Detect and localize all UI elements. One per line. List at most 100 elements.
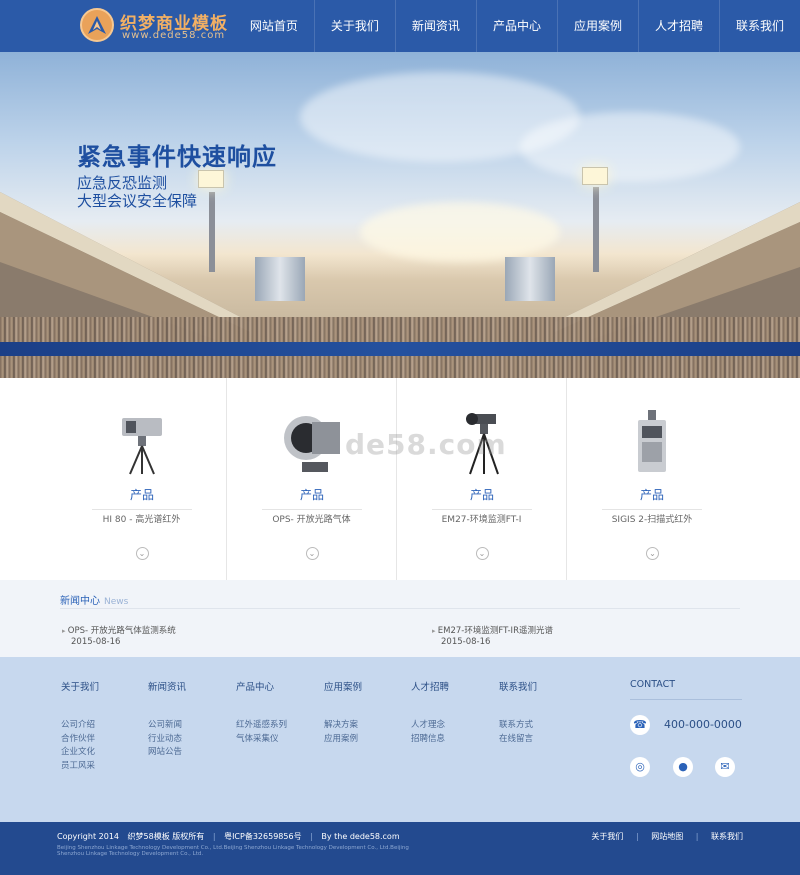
- footer-column-products: 产品中心 红外遥感系列 气体采集仪: [236, 679, 287, 746]
- chevron-down-icon[interactable]: ⌄: [305, 547, 319, 560]
- banner-cloud: [520, 112, 740, 182]
- product-category: 产品: [92, 486, 192, 510]
- stadium-ad-band: [0, 342, 800, 356]
- news-item-date: 2015-08-16: [71, 637, 121, 647]
- product-camera-image: [121, 418, 162, 475]
- product-cabinet-image: [638, 410, 666, 472]
- nav-home[interactable]: 网站首页: [234, 0, 314, 52]
- news-item-title[interactable]: OPS- 开放光路气体监测系统: [62, 624, 382, 636]
- footer-link[interactable]: 联系方式: [499, 719, 537, 733]
- footer-link[interactable]: 应用案例: [324, 733, 362, 747]
- news-item-title[interactable]: EM27-环境监测FT-IR遥测光谱: [432, 624, 752, 636]
- bottom-bar: Copyright 2014 织梦58模板 版权所有 | 粤ICP备326598…: [0, 822, 800, 875]
- site-header: 织梦商业模板 www.dede58.com 网站首页 关于我们 新闻资讯 产品中…: [0, 0, 800, 52]
- icp-number[interactable]: 粤ICP备32659856号: [224, 832, 302, 841]
- footer-link[interactable]: 人才理念: [411, 719, 449, 733]
- nav-jobs[interactable]: 人才招聘: [637, 0, 719, 52]
- nav-products[interactable]: 产品中心: [475, 0, 557, 52]
- contact-title: CONTACT: [630, 679, 742, 700]
- product-category: 产品: [262, 486, 362, 510]
- hero-banner: 紧急事件快速响应 应急反恐监测 大型会议安全保障: [0, 52, 800, 378]
- bottom-link-about[interactable]: 关于我们: [591, 832, 623, 841]
- footer-link[interactable]: 企业文化: [61, 746, 99, 760]
- watermark: de58.com: [345, 428, 507, 461]
- stadium-tower: [255, 257, 305, 301]
- banner-title: 紧急事件快速响应: [77, 143, 277, 171]
- product-name[interactable]: EM27-环境监测FT-I: [397, 512, 566, 525]
- chevron-down-icon[interactable]: ⌄: [646, 547, 659, 560]
- footer-link[interactable]: 网站公告: [148, 746, 186, 760]
- copyright-line: Copyright 2014 织梦58模板 版权所有 | 粤ICP备326598…: [57, 832, 400, 841]
- footer-column-news: 新闻资讯 公司新闻 行业动态 网站公告: [148, 679, 186, 760]
- nav-contact[interactable]: 联系我们: [718, 0, 800, 52]
- product-category: 产品: [432, 486, 532, 510]
- footer-column-title[interactable]: 应用案例: [324, 679, 362, 693]
- product-name[interactable]: OPS- 开放光路气体: [227, 512, 396, 525]
- footer-links: 关于我们 公司介绍 合作伙伴 企业文化 员工风采 新闻资讯 公司新闻 行业动态 …: [0, 657, 800, 822]
- logo-url: www.dede58.com: [122, 30, 226, 41]
- footer-link[interactable]: 员工风采: [61, 760, 99, 774]
- weibo-icon[interactable]: ◎: [630, 757, 650, 777]
- product-showcase: 产品 HI 80 - 高光谱红外 ⌄ 产品 OPS- 开放光路气体 ⌄ 产品 E…: [0, 378, 800, 580]
- nav-cases[interactable]: 应用案例: [556, 0, 638, 52]
- bottom-links: 关于我们 | 网站地图 | 联系我们: [591, 832, 743, 841]
- product-card[interactable]: 产品 OPS- 开放光路气体 ⌄: [227, 378, 397, 580]
- powered-by[interactable]: By the dede58.com: [321, 832, 399, 841]
- copyright-year: Copyright 2014: [57, 832, 119, 841]
- product-name[interactable]: SIGIS 2-扫描式红外: [567, 512, 737, 525]
- stadium-tower: [505, 257, 555, 301]
- bottom-link-contact[interactable]: 联系我们: [711, 832, 743, 841]
- footer-link[interactable]: 红外遥感系列: [236, 719, 287, 733]
- chevron-down-icon[interactable]: ⌄: [475, 547, 489, 560]
- footer-link[interactable]: 公司新闻: [148, 719, 186, 733]
- footer-link[interactable]: 在线留言: [499, 733, 537, 747]
- product-category: 产品: [602, 486, 702, 510]
- qq-icon[interactable]: ●: [673, 757, 693, 777]
- chevron-down-icon[interactable]: ⌄: [135, 547, 149, 560]
- news-item-date: 2015-08-16: [441, 637, 491, 647]
- footer-column-about: 关于我们 公司介绍 合作伙伴 企业文化 员工风采: [61, 679, 99, 773]
- footer-column-title[interactable]: 产品中心: [236, 679, 287, 693]
- footer-column-jobs: 人才招聘 人才理念 招聘信息: [411, 679, 449, 746]
- contact-block: CONTACT ☎ 400-000-0000 ◎ ● ✉: [630, 679, 742, 777]
- footer-column-title[interactable]: 新闻资讯: [148, 679, 186, 693]
- floodlight: [198, 170, 224, 188]
- footer-link[interactable]: 合作伙伴: [61, 733, 99, 747]
- footer-link[interactable]: 招聘信息: [411, 733, 449, 747]
- nav-news[interactable]: 新闻资讯: [394, 0, 476, 52]
- footer-column-title[interactable]: 关于我们: [61, 679, 99, 693]
- social-links: ◎ ● ✉: [630, 757, 742, 777]
- news-item[interactable]: EM27-环境监测FT-IR遥测光谱 2015-08-16: [432, 624, 752, 647]
- footer-link[interactable]: 公司介绍: [61, 719, 99, 733]
- news-item[interactable]: OPS- 开放光路气体监测系统 2015-08-16: [62, 624, 382, 647]
- footer-link[interactable]: 气体采集仪: [236, 733, 287, 747]
- logo-mark-icon: [80, 8, 114, 42]
- floodlight: [582, 167, 608, 185]
- wechat-icon[interactable]: ✉: [715, 757, 735, 777]
- copyright-company: 织梦58模板 版权所有: [127, 832, 205, 841]
- footer-column-title[interactable]: 人才招聘: [411, 679, 449, 693]
- product-card[interactable]: 产品 EM27-环境监测FT-I ⌄: [397, 378, 567, 580]
- nav-about[interactable]: 关于我们: [313, 0, 395, 52]
- news-header: 新闻中心 News: [60, 592, 740, 609]
- phone-row: ☎ 400-000-0000: [630, 715, 742, 735]
- footer-link[interactable]: 行业动态: [148, 733, 186, 747]
- main-nav: 网站首页 关于我们 新闻资讯 产品中心 应用案例 人才招聘 联系我们: [234, 0, 800, 52]
- news-title[interactable]: 新闻中心: [60, 596, 100, 607]
- phone-number: 400-000-0000: [664, 718, 742, 731]
- news-section: 新闻中心 News OPS- 开放光路气体监测系统 2015-08-16 EM27…: [0, 580, 800, 657]
- footer-link[interactable]: 解决方案: [324, 719, 362, 733]
- banner-sun-glow: [360, 202, 560, 262]
- footer-column-title[interactable]: 联系我们: [499, 679, 537, 693]
- product-name[interactable]: HI 80 - 高光谱红外: [57, 512, 226, 525]
- product-card[interactable]: 产品 HI 80 - 高光谱红外 ⌄: [57, 378, 227, 580]
- bottom-link-sitemap[interactable]: 网站地图: [651, 832, 683, 841]
- product-card[interactable]: 产品 SIGIS 2-扫描式红外 ⌄: [567, 378, 737, 580]
- news-title-en: News: [104, 597, 129, 607]
- footer-column-cases: 应用案例 解决方案 应用案例: [324, 679, 362, 746]
- site-logo[interactable]: 织梦商业模板 www.dede58.com: [80, 8, 240, 44]
- company-english-line-2: Shenzhou Linkage Technology Development …: [57, 851, 204, 857]
- phone-icon: ☎: [630, 715, 650, 735]
- banner-subtitle-2: 大型会议安全保障: [77, 192, 198, 210]
- product-scanner-image: [283, 416, 340, 472]
